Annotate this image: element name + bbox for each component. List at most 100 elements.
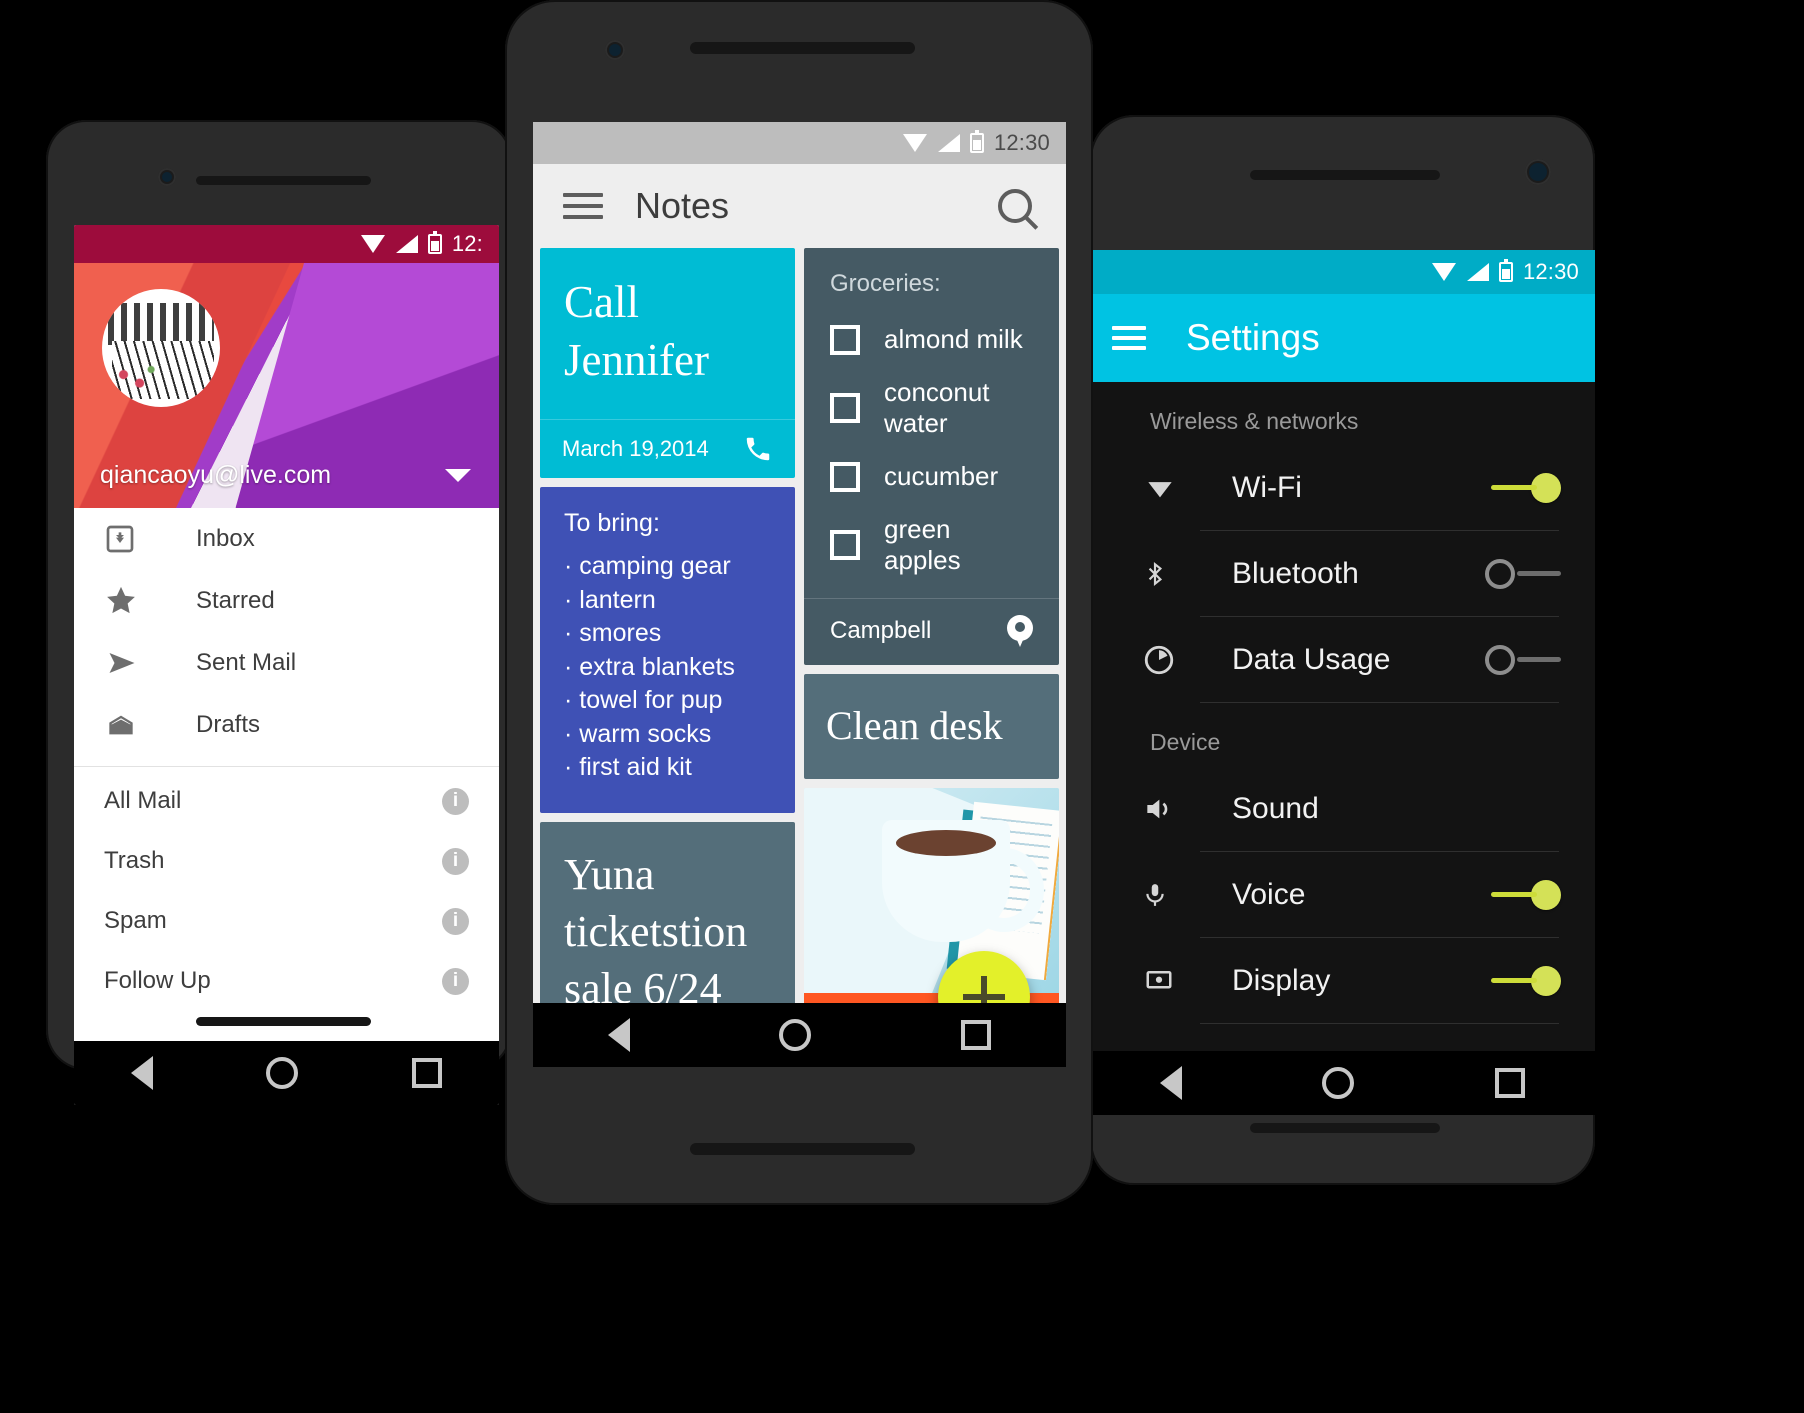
bottom-speaker — [196, 1017, 371, 1026]
note-card-to-bring[interactable]: To bring: camping gear lantern smores ex… — [540, 487, 795, 813]
sidebar-item-label: Drafts — [196, 711, 261, 738]
checklist-row[interactable]: almond milk — [804, 324, 1059, 377]
battery-icon — [427, 231, 442, 254]
notes-app-bar: Notes — [533, 164, 1066, 248]
list-item: smores — [564, 619, 771, 649]
settings-row-label: Sound — [1232, 791, 1319, 825]
wifi-icon — [360, 235, 386, 253]
note-title: Call Jennifer — [564, 277, 709, 385]
settings-row-label: Wi-Fi — [1232, 470, 1302, 504]
data-usage-icon — [1142, 643, 1188, 677]
info-icon[interactable]: i — [442, 907, 469, 935]
bluetooth-toggle[interactable] — [1483, 558, 1561, 589]
front-camera — [158, 168, 176, 186]
star-icon — [104, 584, 152, 618]
checklist-label: conconut water — [884, 377, 990, 438]
send-icon — [104, 648, 152, 678]
sidebar-item-all-mail[interactable]: All Mail i — [74, 771, 499, 831]
settings-row-voice[interactable]: Voice — [1090, 852, 1595, 937]
avatar[interactable] — [102, 289, 220, 407]
checkbox[interactable] — [830, 393, 860, 423]
earpiece-speaker — [196, 176, 371, 185]
info-icon[interactable]: i — [442, 847, 469, 875]
chevron-down-icon[interactable] — [445, 469, 471, 482]
front-camera — [605, 40, 625, 60]
account-email: qiancaoyu@live.com — [100, 461, 332, 489]
checklist-row[interactable]: cucumber — [804, 461, 1059, 514]
settings-row-wifi[interactable]: Wi-Fi — [1090, 445, 1595, 530]
list-item: towel for pup — [564, 686, 771, 716]
sidebar-item-starred[interactable]: Starred — [74, 570, 499, 632]
signal-icon — [937, 134, 960, 152]
status-time: 12:30 — [993, 130, 1050, 155]
display-icon — [1142, 966, 1188, 996]
note-date: March 19,2014 — [562, 436, 709, 462]
hamburger-icon[interactable] — [1112, 320, 1146, 356]
checkbox[interactable] — [830, 324, 860, 355]
note-card-clean-desk[interactable]: Clean desk — [804, 674, 1059, 779]
note-heading: Groceries: — [830, 270, 941, 297]
recents-square[interactable] — [961, 1020, 992, 1050]
sidebar-item-spam[interactable]: Spam i — [74, 891, 499, 951]
checklist-row[interactable]: conconut water — [804, 377, 1059, 461]
android-nav-bar — [1090, 1051, 1595, 1115]
recents-square[interactable] — [1494, 1068, 1525, 1098]
settings-row-data-usage[interactable]: Data Usage — [1090, 617, 1595, 702]
checklist-row[interactable]: green apples — [804, 514, 1059, 598]
section-header-wireless: Wireless & networks — [1150, 408, 1359, 434]
note-card-footer: Campbell — [804, 598, 1059, 665]
data-usage-toggle[interactable] — [1483, 644, 1561, 675]
bluetooth-icon — [1142, 557, 1188, 591]
note-card-groceries[interactable]: Groceries: almond milk conconut water cu… — [804, 248, 1059, 665]
settings-row-display[interactable]: Display — [1090, 938, 1595, 1023]
sidebar-item-sent-mail[interactable]: Sent Mail — [74, 632, 499, 694]
back-triangle[interactable] — [607, 1018, 630, 1052]
note-card-call[interactable]: Call Jennifer March 19,2014 — [540, 248, 795, 479]
list-item: extra blankets — [564, 653, 771, 683]
android-nav-bar — [533, 1003, 1066, 1067]
sidebar-item-follow-up[interactable]: Follow Up i — [74, 951, 499, 1011]
gmail-phone: 12: qiancaoyu@live.com Inbox Starred Sen… — [46, 120, 512, 1105]
front-camera — [1525, 159, 1551, 185]
map-pin-icon[interactable] — [1007, 615, 1033, 647]
wifi-icon — [1142, 474, 1188, 502]
info-icon[interactable]: i — [442, 967, 469, 995]
checklist-label: cucumber — [884, 461, 999, 491]
back-triangle[interactable] — [130, 1056, 153, 1090]
list-item: camping gear — [564, 552, 771, 582]
checklist-label: green apples — [884, 514, 961, 575]
settings-phone: 12:30 Settings Wireless & networks Wi-Fi… — [1090, 115, 1595, 1185]
coffee-cup-photo — [804, 788, 1059, 993]
checklist-label: almond milk — [884, 324, 1023, 354]
settings-row-label: Voice — [1232, 877, 1306, 911]
phone-icon[interactable] — [743, 434, 773, 464]
home-circle[interactable] — [779, 1019, 812, 1051]
display-toggle[interactable] — [1483, 965, 1561, 996]
voice-toggle[interactable] — [1483, 879, 1561, 910]
notes-screen: 12:30 Notes Call Jennifer March 19,2014 — [533, 122, 1066, 1067]
home-circle[interactable] — [1322, 1067, 1355, 1099]
back-triangle[interactable] — [1160, 1066, 1183, 1100]
settings-row-sound[interactable]: Sound — [1090, 766, 1595, 851]
wifi-icon — [1431, 263, 1457, 281]
battery-icon — [969, 130, 984, 153]
sidebar-item-label: Sent Mail — [196, 649, 297, 676]
list-item: warm socks — [564, 720, 771, 750]
sidebar-item-inbox[interactable]: Inbox — [74, 508, 499, 570]
hamburger-icon[interactable] — [563, 186, 603, 226]
info-icon[interactable]: i — [442, 787, 469, 815]
sidebar-item-label: Spam — [104, 907, 167, 934]
search-icon[interactable] — [998, 189, 1032, 223]
checkbox[interactable] — [830, 530, 860, 560]
checkbox[interactable] — [830, 461, 860, 492]
settings-screen: 12:30 Settings Wireless & networks Wi-Fi… — [1090, 250, 1595, 1115]
sidebar-item-trash[interactable]: Trash i — [74, 831, 499, 891]
sidebar-item-drafts[interactable]: Drafts — [74, 694, 499, 756]
settings-row-bluetooth[interactable]: Bluetooth — [1090, 531, 1595, 616]
settings-row-label: Bluetooth — [1232, 556, 1359, 590]
wifi-toggle[interactable] — [1483, 472, 1561, 503]
home-circle[interactable] — [266, 1057, 299, 1089]
note-location: Campbell — [830, 617, 932, 644]
recents-square[interactable] — [412, 1058, 443, 1088]
earpiece-speaker — [690, 42, 915, 54]
